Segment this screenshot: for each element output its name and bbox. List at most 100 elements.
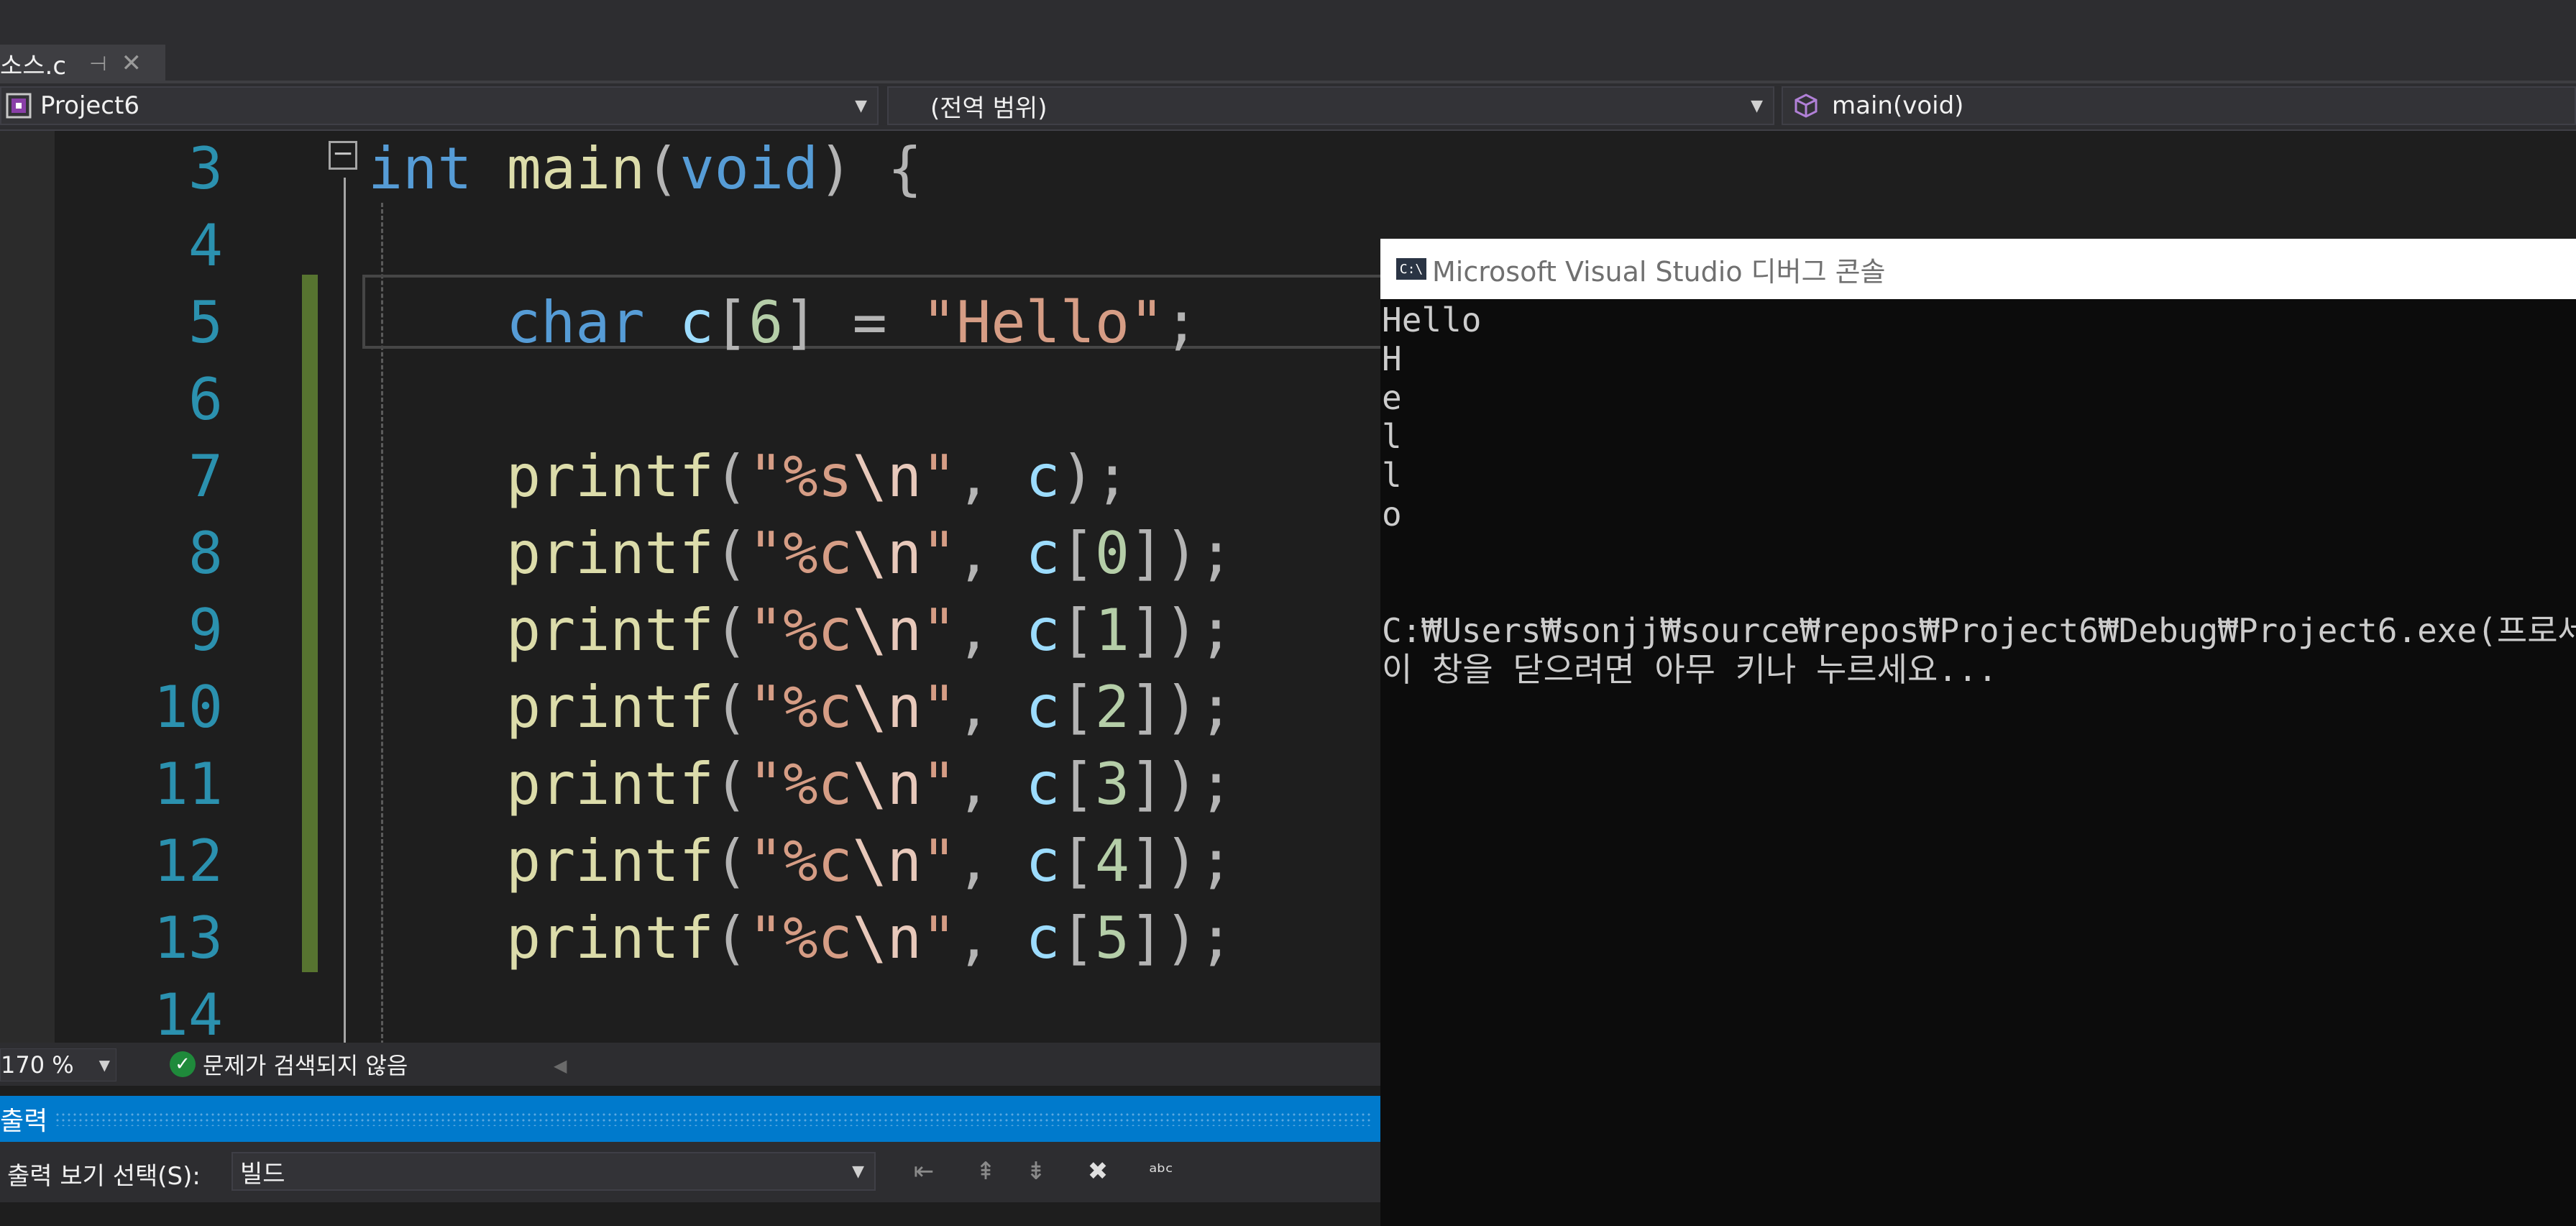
code-token: c	[1025, 828, 1060, 895]
console-title-bar[interactable]: C:\ Microsoft Visual Studio 디버그 콘솔	[1380, 239, 2576, 299]
tab-source-c[interactable]: 소스.c ⊣ ✕	[0, 45, 165, 82]
code-token: char	[506, 289, 645, 356]
line-number: 8	[188, 520, 223, 587]
selection-margin	[0, 131, 55, 1043]
close-icon[interactable]: ✕	[121, 49, 142, 78]
code-line[interactable]: printf("%c\n", c[3]);	[506, 746, 1234, 823]
output-source-dropdown[interactable]: 빌드 ▼	[232, 1152, 876, 1191]
code-token: (	[713, 828, 749, 895]
code-line[interactable]: printf("%c\n", c[5]);	[506, 900, 1234, 976]
console-app-icon: C:\	[1396, 258, 1426, 280]
output-text-area[interactable]	[0, 1202, 1380, 1226]
debug-console-window[interactable]: C:\ Microsoft Visual Studio 디버그 콘솔 Hello…	[1380, 239, 2576, 1226]
console-line: C:₩Users₩sonjj₩source₩repos₩Project6₩Deb…	[1382, 611, 2576, 650]
code-line[interactable]: printf("%s\n", c);	[506, 438, 1129, 515]
code-token: 6	[748, 289, 784, 356]
code-token: ] =	[783, 289, 922, 356]
scroll-left-icon[interactable]: ◀	[554, 1056, 567, 1076]
code-token: ,	[956, 751, 1026, 818]
line-number: 12	[153, 828, 223, 895]
output-source-value: 빌드	[240, 1159, 285, 1189]
code-token: ;	[1164, 289, 1199, 356]
code-token: main	[506, 135, 646, 202]
tab-label: 소스.c	[0, 51, 67, 81]
code-token: \n	[852, 905, 922, 971]
zoom-dropdown[interactable]: 170 % ▼	[0, 1048, 116, 1081]
word-wrap-icon[interactable]: ᵃᵇᶜ	[1142, 1152, 1181, 1191]
collapse-icon[interactable]: −	[329, 141, 357, 170]
issues-indicator[interactable]: ✓ 문제가 검색되지 않음	[170, 1048, 408, 1080]
menu-bar	[0, 0, 2576, 43]
tab-row	[0, 43, 2576, 81]
outline-line	[344, 178, 346, 1043]
code-token: "%c	[748, 674, 853, 741]
code-token: ]);	[1129, 597, 1234, 664]
code-token: printf	[506, 828, 714, 895]
code-token: ,	[956, 443, 1026, 510]
code-editor[interactable]: − 3 4 5 6 7 8 9 10 11 12 13 14 int main(…	[0, 131, 1380, 1043]
code-token: ,	[956, 520, 1026, 587]
code-line[interactable]: printf("%c\n", c[0]);	[506, 515, 1234, 592]
pin-icon[interactable]: ⊣	[89, 52, 106, 76]
code-token: "	[921, 828, 957, 895]
console-line: e	[1382, 378, 1402, 417]
go-to-message-icon[interactable]: ⇤	[904, 1152, 943, 1191]
code-line[interactable]: printf("%c\n", c[4]);	[506, 823, 1234, 900]
code-token: \n	[852, 597, 922, 664]
scope-dropdown[interactable]: (전역 범위) ▼	[887, 86, 1774, 125]
code-token: (	[645, 135, 680, 202]
line-number: 10	[153, 674, 223, 741]
code-line[interactable]: char c[6] = "Hello";	[506, 284, 1198, 361]
issues-text: 문제가 검색되지 않음	[203, 1052, 408, 1079]
code-token: ]);	[1129, 828, 1234, 895]
code-token: ]);	[1129, 905, 1234, 971]
code-line[interactable]: printf("%c\n", c[2]);	[506, 669, 1234, 746]
code-token: ,	[956, 905, 1026, 971]
clear-all-icon[interactable]: ✖	[1078, 1152, 1117, 1191]
output-toolbar: 출력 보기 선택(S): 빌드 ▼ ⇤ ⇞ ⇟ ✖ ᵃᵇᶜ	[0, 1142, 1380, 1202]
code-token: "	[921, 443, 957, 510]
line-number: 14	[153, 982, 223, 1043]
function-dropdown[interactable]: main(void)	[1782, 86, 2576, 125]
code-token: "	[921, 597, 957, 664]
project-name: Project6	[40, 91, 139, 120]
code-line[interactable]: printf("%c\n", c[1]);	[506, 592, 1234, 669]
output-panel-header[interactable]: 출력	[0, 1096, 1380, 1142]
line-number: 5	[188, 289, 223, 356]
next-message-icon[interactable]: ⇟	[1017, 1152, 1055, 1191]
code-token: c	[1025, 751, 1060, 818]
change-tracking-bar	[302, 275, 318, 972]
code-token: "	[921, 520, 957, 587]
code-token: (	[713, 751, 749, 818]
code-token: "%c	[748, 905, 853, 971]
code-token: printf	[506, 751, 714, 818]
console-line: o	[1382, 495, 1402, 534]
code-token: \n	[852, 828, 922, 895]
code-token: c	[679, 289, 714, 356]
console-title: Microsoft Visual Studio 디버그 콘솔	[1432, 255, 1886, 288]
previous-message-icon[interactable]: ⇞	[966, 1152, 1005, 1191]
code-token: 4	[1094, 828, 1129, 895]
code-token: "%c	[748, 520, 853, 587]
code-token: 0	[1094, 520, 1129, 587]
code-token: c	[1025, 905, 1060, 971]
console-line: H	[1382, 339, 1402, 378]
code-token: c	[1025, 674, 1060, 741]
code-token: c	[1025, 443, 1060, 510]
code-token: 1	[1094, 597, 1129, 664]
code-token: \n	[852, 751, 922, 818]
output-source-label: 출력 보기 선택(S):	[7, 1162, 201, 1191]
code-token: ]);	[1129, 520, 1234, 587]
project-dropdown[interactable]: Project6 ▼	[0, 86, 879, 125]
code-token: ]);	[1129, 674, 1234, 741]
code-token: (	[713, 597, 749, 664]
editor-status-row: 170 % ▼ ✓ 문제가 검색되지 않음 ◀	[0, 1043, 1380, 1086]
code-token: "%c	[748, 597, 853, 664]
code-token: ) {	[818, 135, 922, 202]
code-line[interactable]: int main(void) {	[368, 131, 922, 207]
panel-grip	[55, 1112, 1372, 1126]
